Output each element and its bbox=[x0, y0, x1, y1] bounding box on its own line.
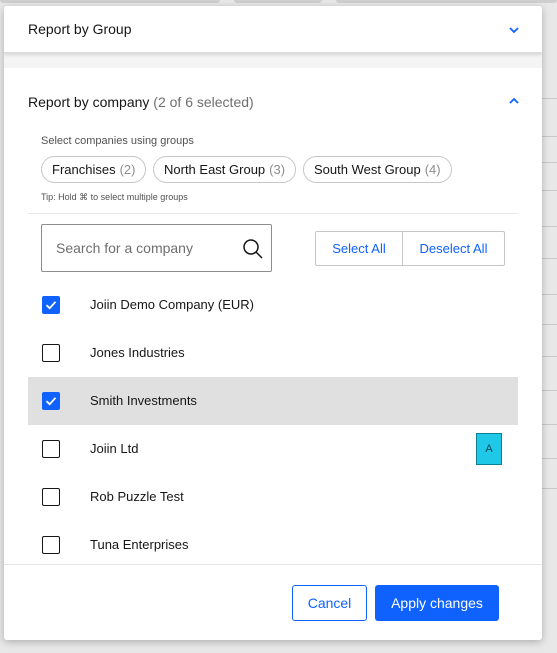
groups-label: Select companies using groups bbox=[41, 135, 194, 147]
checkmark-icon bbox=[45, 301, 57, 310]
group-chip-franchises[interactable]: Franchises (2) bbox=[41, 156, 147, 183]
company-row[interactable]: Joiin Demo Company (EUR) bbox=[28, 281, 518, 329]
chevron-down-icon[interactable] bbox=[508, 24, 520, 36]
company-label: Jones Industries bbox=[90, 345, 185, 360]
company-row[interactable]: Rob Puzzle Test bbox=[28, 473, 518, 521]
company-label: Joiin Demo Company (EUR) bbox=[90, 297, 254, 312]
chip-label: Franchises bbox=[52, 162, 116, 177]
select-all-button[interactable]: Select All bbox=[316, 232, 403, 265]
cancel-button[interactable]: Cancel bbox=[292, 585, 367, 621]
panel-title-label: Report by company bbox=[28, 94, 150, 110]
deselect-all-button[interactable]: Deselect All bbox=[403, 232, 504, 265]
chip-label: South West Group bbox=[314, 162, 421, 177]
company-checkbox[interactable] bbox=[42, 344, 60, 362]
chip-label: North East Group bbox=[164, 162, 266, 177]
company-label: Smith Investments bbox=[90, 393, 197, 408]
modal-scroll-area[interactable]: Report by Group Report by company (2 of … bbox=[4, 6, 542, 564]
company-row[interactable]: Joiin Ltd A bbox=[28, 425, 518, 473]
checkmark-icon bbox=[45, 397, 57, 406]
company-checkbox[interactable] bbox=[42, 392, 60, 410]
company-label: Rob Puzzle Test bbox=[90, 489, 184, 504]
background-tab bbox=[336, 0, 557, 3]
select-buttons-group: Select All Deselect All bbox=[315, 231, 505, 266]
search-input[interactable] bbox=[56, 225, 236, 271]
modal-footer: Cancel Apply changes bbox=[4, 564, 542, 640]
background-tab bbox=[234, 0, 322, 3]
company-row[interactable]: Jones Industries bbox=[28, 329, 518, 377]
accordion-report-by-company: Report by company (2 of 6 selected) Sele… bbox=[4, 68, 542, 564]
panel-title[interactable]: Report by company (2 of 6 selected) bbox=[28, 94, 254, 110]
background-tab bbox=[0, 0, 220, 3]
company-checkbox[interactable] bbox=[42, 488, 60, 506]
search-icon bbox=[243, 239, 263, 259]
background-tabs bbox=[0, 0, 557, 4]
search-field[interactable] bbox=[41, 224, 272, 272]
group-chip-south-west[interactable]: South West Group (4) bbox=[303, 156, 452, 183]
company-checkbox[interactable] bbox=[42, 536, 60, 554]
group-chip-north-east[interactable]: North East Group (3) bbox=[153, 156, 297, 183]
chip-count: (2) bbox=[119, 162, 136, 177]
tip-text: Tip: Hold ⌘ to select multiple groups bbox=[41, 192, 188, 202]
company-label: Joiin Ltd bbox=[90, 441, 139, 456]
company-checkbox[interactable] bbox=[42, 440, 60, 458]
divider bbox=[28, 213, 518, 214]
chip-count: (3) bbox=[269, 162, 286, 177]
accordion-title: Report by Group bbox=[28, 21, 132, 37]
selection-count: (2 of 6 selected) bbox=[153, 94, 254, 110]
report-settings-modal: Report by Group Report by company (2 of … bbox=[4, 6, 542, 640]
company-row[interactable]: Tuna Enterprises bbox=[28, 521, 518, 564]
accordion-report-by-group[interactable]: Report by Group bbox=[4, 6, 542, 53]
company-badge[interactable]: A bbox=[476, 433, 502, 465]
company-label: Tuna Enterprises bbox=[90, 537, 189, 552]
company-row[interactable]: Smith Investments bbox=[28, 377, 518, 425]
apply-changes-button[interactable]: Apply changes bbox=[375, 585, 499, 621]
company-checkbox[interactable] bbox=[42, 296, 60, 314]
chevron-up-icon[interactable] bbox=[508, 95, 520, 107]
chip-count: (4) bbox=[424, 162, 441, 177]
